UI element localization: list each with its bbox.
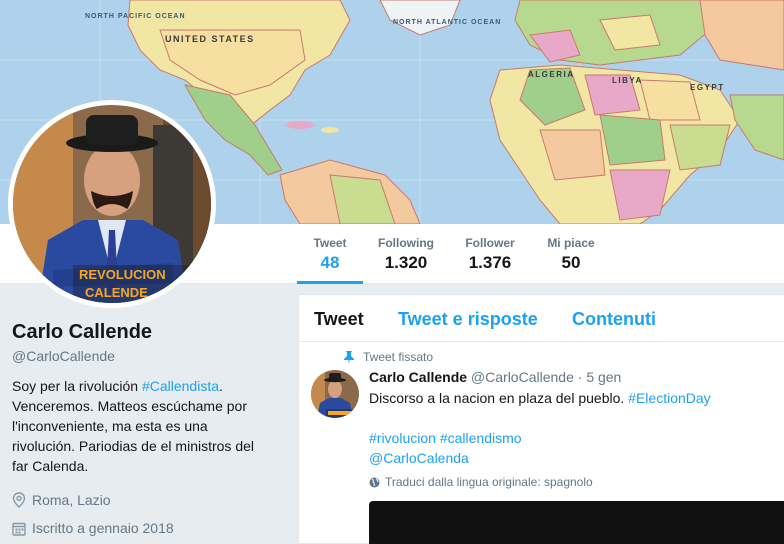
tab-media[interactable]: Contenuti [572, 309, 656, 330]
profile-joined-text: Iscritto a gennaio 2018 [32, 520, 174, 536]
stat-following-count: 1.320 [384, 253, 428, 272]
avatar-overlay-text-2: CALENDE [85, 285, 148, 300]
map-label-egypt: EGYPT [690, 83, 725, 92]
map-label-ocean-pacific: NORTH PACIFIC OCEAN [85, 13, 186, 20]
translate-text: Traduci dalla lingua originale: spagnolo [385, 475, 593, 489]
profile-name[interactable]: Carlo Callende [12, 321, 152, 344]
stat-following-label: Following [378, 236, 434, 250]
profile-card: Carlo Callende @CarloCallende Soy per la… [0, 284, 298, 544]
timeline: Tweet Tweet e risposte Contenuti Tweet f… [298, 294, 784, 544]
translate-tweet[interactable]: Traduci dalla lingua originale: spagnolo [369, 475, 593, 489]
stat-followers-count: 1.376 [468, 253, 512, 272]
tweet-date[interactable]: 5 gen [586, 369, 621, 385]
profile-bio: Soy per la rivolución #Callendista. Venc… [12, 376, 270, 476]
stat-followers-label: Follower [465, 236, 515, 250]
tweet-hashtag-electionday[interactable]: #ElectionDay [628, 390, 711, 406]
calendar-icon [12, 522, 26, 536]
tweet-text-1: Discorso a la nacion en plaza del pueblo… [369, 390, 629, 406]
map-label-ocean-atlantic: NORTH ATLANTIC OCEAN [393, 19, 501, 26]
avatar-overlay-text-1: REVOLUCION [79, 267, 166, 282]
tweet-avatar-image [311, 370, 359, 418]
profile-location-text: Roma, Lazio [32, 492, 111, 508]
tweet-author-handle[interactable]: @CarloCallende [471, 369, 574, 385]
tweet-line-3: #rivolucion #callendismo [369, 428, 769, 448]
tweet-line-1: Discorso a la nacion en plaza del pueblo… [369, 388, 769, 408]
stat-tweets-label: Tweet [313, 236, 347, 250]
location-pin-icon [12, 492, 26, 508]
tweet-separator: · [573, 369, 587, 385]
stat-likes-label: Mi piace [547, 236, 595, 250]
tweet-line-4: @CarloCalenda [369, 448, 769, 468]
bio-text-1: Soy per la rivolución [12, 378, 142, 394]
tweet-media[interactable] [369, 501, 784, 544]
profile-avatar[interactable]: REVOLUCION CALENDE [8, 100, 216, 308]
tweet-mention[interactable]: @CarloCalenda [369, 450, 469, 466]
profile-location: Roma, Lazio [12, 492, 111, 508]
tweet-author-avatar[interactable] [311, 370, 359, 418]
profile-handle[interactable]: @CarloCallende [12, 348, 115, 364]
tab-tweets[interactable]: Tweet [314, 309, 364, 330]
map-label-algeria: ALGERIA [528, 70, 575, 79]
tab-tweets-replies[interactable]: Tweet e risposte [398, 309, 538, 330]
stat-tweets[interactable]: Tweet 48 [297, 224, 363, 284]
map-label-libya: LIBYA [612, 76, 643, 85]
stat-likes[interactable]: Mi piace 50 [538, 224, 604, 284]
avatar-image: REVOLUCION CALENDE [13, 105, 211, 303]
stat-following[interactable]: Following 1.320 [370, 224, 442, 284]
pinned-tweet-text: Tweet fissato [363, 350, 434, 364]
stat-followers[interactable]: Follower 1.376 [456, 224, 524, 284]
tweet-text: Discorso a la nacion en plaza del pueblo… [369, 388, 769, 468]
map-label-united-states: UNITED STATES [165, 34, 255, 44]
pin-icon [344, 350, 354, 364]
tweet-author-name[interactable]: Carlo Callende [369, 369, 467, 385]
pinned-tweet-label: Tweet fissato [344, 350, 433, 364]
stat-tweets-count: 48 [320, 253, 340, 272]
tweet-hashtag-rivolucion[interactable]: #rivolucion [369, 430, 436, 446]
timeline-tabs: Tweet Tweet e risposte Contenuti [299, 295, 784, 342]
profile-joined: Iscritto a gennaio 2018 [12, 520, 174, 536]
globe-icon [369, 477, 380, 487]
bio-hashtag-link[interactable]: #Callendista [142, 378, 219, 394]
tweet-header: Carlo Callende @CarloCallende · 5 gen [369, 369, 621, 385]
tweet-hashtag-callendismo[interactable]: #callendismo [440, 430, 522, 446]
stat-likes-count: 50 [561, 253, 581, 272]
